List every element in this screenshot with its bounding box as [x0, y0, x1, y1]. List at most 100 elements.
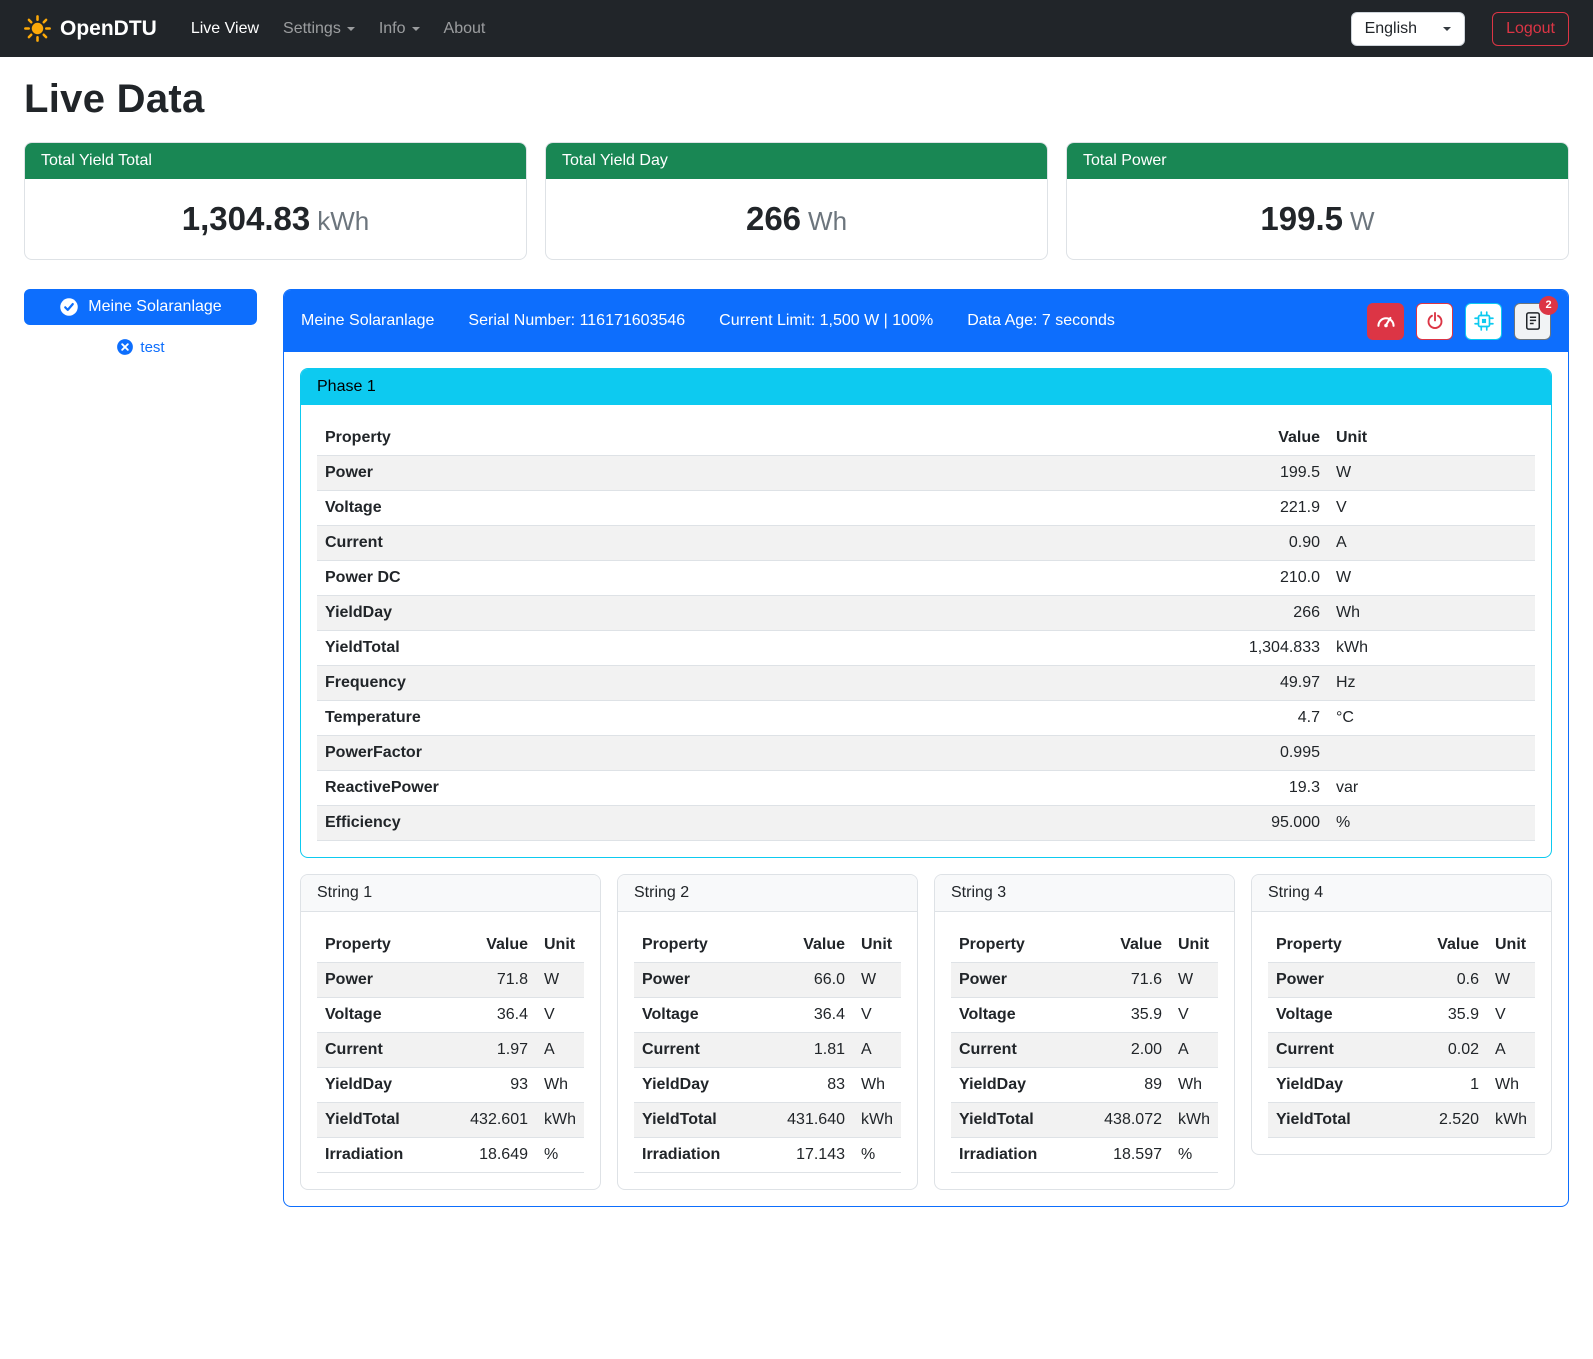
row-property: YieldTotal	[317, 631, 1216, 666]
row-unit: Wh	[1487, 1068, 1535, 1103]
row-value: 1.97	[462, 1033, 536, 1068]
brand[interactable]: OpenDTU	[24, 15, 157, 42]
table-row: YieldDay266Wh	[317, 596, 1535, 631]
row-property: Power DC	[317, 561, 1216, 596]
sidebar-item-label: test	[140, 339, 164, 356]
nav-item-live-view[interactable]: Live View	[179, 12, 271, 46]
row-value: 266	[1216, 596, 1328, 631]
table-row: Power199.5W	[317, 456, 1535, 491]
nav-item-about[interactable]: About	[432, 12, 498, 46]
logout-button[interactable]: Logout	[1492, 12, 1569, 46]
table-row: YieldDay93Wh	[317, 1068, 584, 1103]
table-row: YieldDay89Wh	[951, 1068, 1218, 1103]
column-header-property: Property	[1268, 928, 1423, 963]
column-header-unit: Unit	[853, 928, 901, 963]
table-header-row: Property Value Unit	[317, 421, 1535, 456]
row-unit: V	[1328, 491, 1535, 526]
nav-item-label: About	[444, 20, 486, 38]
row-value: 1	[1423, 1068, 1487, 1103]
row-unit: W	[536, 963, 584, 998]
string-title: String 1	[301, 875, 600, 912]
row-value: 66.0	[779, 963, 853, 998]
string-1-card: String 1 Property Value Unit	[300, 874, 601, 1190]
row-property: Voltage	[317, 491, 1216, 526]
event-log-button[interactable]: 2	[1514, 303, 1551, 340]
total-yield-total-card: Total Yield Total 1,304.83kWh	[24, 142, 527, 260]
device-info-button[interactable]	[1465, 303, 1502, 340]
power-button[interactable]	[1416, 303, 1453, 340]
limit-settings-button[interactable]	[1367, 303, 1404, 340]
row-unit: A	[1487, 1033, 1535, 1068]
row-property: YieldTotal	[951, 1103, 1096, 1138]
row-unit: V	[1487, 998, 1535, 1033]
row-property: Current	[317, 526, 1216, 561]
row-value: 71.8	[462, 963, 536, 998]
row-unit: %	[853, 1138, 901, 1173]
table-row: Frequency49.97Hz	[317, 666, 1535, 701]
string-3-card: String 3 Property Value Unit	[934, 874, 1235, 1190]
navbar-right: English Logout	[1351, 12, 1569, 46]
table-row: YieldTotal432.601kWh	[317, 1103, 584, 1138]
table-row: YieldTotal2.520kWh	[1268, 1103, 1535, 1138]
row-value: 1,304.833	[1216, 631, 1328, 666]
row-unit: A	[536, 1033, 584, 1068]
card-value: 199.5	[1260, 200, 1343, 237]
row-unit: %	[1328, 806, 1535, 841]
row-property: Current	[1268, 1033, 1423, 1068]
table-row: YieldTotal1,304.833kWh	[317, 631, 1535, 666]
table-row: Voltage36.4V	[634, 998, 901, 1033]
phase-table: Property Value Unit Power199.5WVoltage22…	[317, 421, 1535, 841]
table-row: Current0.90A	[317, 526, 1535, 561]
row-unit: A	[1170, 1033, 1218, 1068]
row-value: 93	[462, 1068, 536, 1103]
sidebar-item-test[interactable]: test	[24, 338, 257, 356]
power-icon	[1425, 311, 1445, 331]
inverter-serial: Serial Number: 116171603546	[468, 312, 685, 330]
table-row: Power71.8W	[317, 963, 584, 998]
table-header-row: Property Value Unit	[634, 928, 901, 963]
row-unit: Wh	[536, 1068, 584, 1103]
card-unit: kWh	[317, 206, 369, 236]
card-title: Total Power	[1067, 143, 1568, 179]
row-unit: kWh	[536, 1103, 584, 1138]
row-unit: V	[853, 998, 901, 1033]
table-row: Power0.6W	[1268, 963, 1535, 998]
card-unit: W	[1350, 206, 1375, 236]
string-title: String 2	[618, 875, 917, 912]
nav-item-settings[interactable]: Settings	[271, 12, 367, 46]
nav-item-label: Info	[379, 20, 406, 38]
row-unit: W	[1328, 456, 1535, 491]
table-row: Efficiency95.000%	[317, 806, 1535, 841]
nav-item-info[interactable]: Info	[367, 12, 432, 46]
column-header-value: Value	[1096, 928, 1170, 963]
table-row: Voltage36.4V	[317, 998, 584, 1033]
nav-item-label: Live View	[191, 20, 259, 38]
row-value: 49.97	[1216, 666, 1328, 701]
table-row: YieldTotal431.640kWh	[634, 1103, 901, 1138]
row-value: 210.0	[1216, 561, 1328, 596]
row-unit	[1328, 736, 1535, 771]
row-property: Power	[951, 963, 1096, 998]
column-header-property: Property	[951, 928, 1096, 963]
column-header-property: Property	[317, 928, 462, 963]
card-unit: Wh	[808, 206, 847, 236]
row-value: 0.90	[1216, 526, 1328, 561]
table-row: YieldTotal438.072kWh	[951, 1103, 1218, 1138]
row-property: YieldDay	[634, 1068, 779, 1103]
row-property: Voltage	[634, 998, 779, 1033]
inverter-select-button[interactable]: Meine Solaranlage	[24, 289, 257, 325]
row-property: Power	[317, 456, 1216, 491]
nav-links: Live View Settings Info About	[179, 12, 498, 46]
row-property: YieldDay	[951, 1068, 1096, 1103]
string-title: String 4	[1252, 875, 1551, 912]
row-property: Irradiation	[951, 1138, 1096, 1173]
string-4-card: String 4 Property Value Unit	[1251, 874, 1552, 1155]
table-row: Irradiation18.597%	[951, 1138, 1218, 1173]
row-unit: kWh	[853, 1103, 901, 1138]
row-property: YieldTotal	[1268, 1103, 1423, 1138]
sun-icon	[24, 15, 51, 42]
chevron-down-icon	[347, 27, 355, 31]
language-select[interactable]: English	[1351, 12, 1465, 46]
inverter-sidebar: Meine Solaranlage test	[24, 289, 257, 356]
cpu-icon	[1473, 310, 1495, 332]
